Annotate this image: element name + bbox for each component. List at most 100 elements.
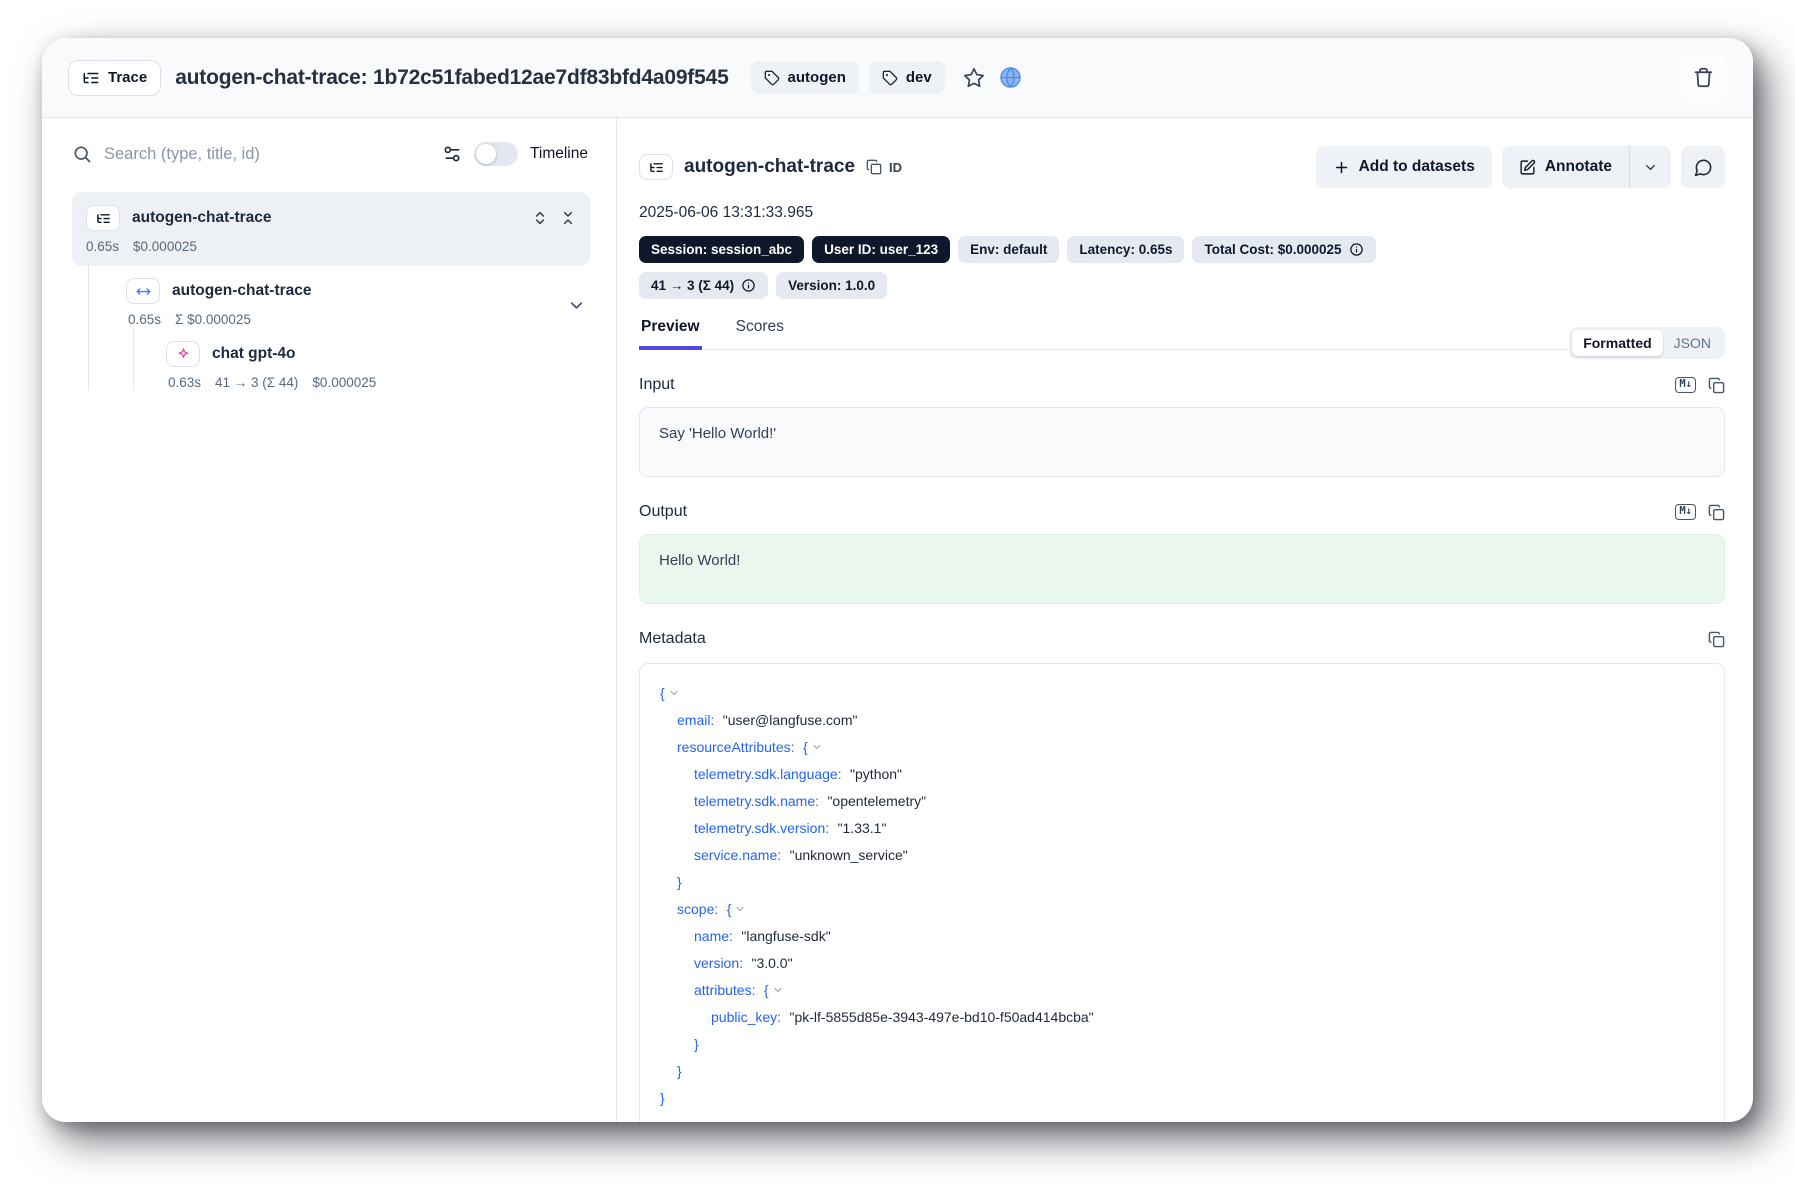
badge-label: Env: default [970,242,1047,257]
annotate-button[interactable]: Annotate [1502,146,1629,188]
markdown-toggle-icon[interactable]: M↓ [1675,504,1696,520]
json-line: } [660,1058,1704,1085]
public-link-button[interactable] [999,66,1022,89]
sliders-icon [442,144,462,164]
info-icon[interactable] [741,278,756,293]
json-key: version: [694,955,743,971]
list-tree-icon [649,160,664,175]
input-section: Input M↓ Say 'Hello World!' [639,376,1725,477]
input-section-label: Input [639,376,675,394]
tree-node-generation[interactable]: chat gpt-4o 0.63s 41 → 3 (Σ 44) $0.00002… [166,341,590,390]
format-toggle-formatted[interactable]: Formatted [1572,330,1662,356]
comments-button[interactable] [1681,146,1725,188]
collapse-chevron-icon[interactable] [668,687,680,699]
session-badge[interactable]: Session: session_abc [639,236,804,263]
window-header: Trace autogen-chat-trace: 1b72c51fabed12… [42,38,1753,118]
json-key: telemetry.sdk.version: [694,820,829,836]
json-key: service.name: [694,847,781,863]
id-label: ID [889,160,902,175]
toggle-knob [476,144,496,164]
total-cost-badge: Total Cost: $0.000025 [1192,236,1375,263]
markdown-toggle-icon[interactable]: M↓ [1675,377,1696,393]
json-brace: } [677,1063,682,1079]
metadata-section-label: Metadata [639,630,706,648]
tab-scores[interactable]: Scores [734,318,786,350]
trace-timestamp: 2025-06-06 13:31:33.965 [639,204,1725,222]
json-line: { [660,680,1704,707]
tree-node-span[interactable]: autogen-chat-trace 0.65s Σ $0.000025 [126,278,590,390]
json-line: telemetry.sdk.language: "python" [660,761,1704,788]
format-toggle: Formatted JSON [1569,327,1725,359]
span-node-badge [126,278,160,304]
tabs-bar: Preview Scores Formatted JSON [639,317,1725,350]
format-toggle-json[interactable]: JSON [1663,330,1722,356]
tag-chip-dev[interactable]: dev [869,61,945,94]
add-to-datasets-label: Add to datasets [1359,158,1475,176]
json-brace: } [660,1090,665,1106]
json-line: telemetry.sdk.version: "1.33.1" [660,815,1704,842]
tag-label: autogen [788,69,846,86]
add-to-datasets-button[interactable]: Add to datasets [1316,146,1492,188]
collapse-chevron-icon[interactable] [734,903,746,915]
version-badge: Version: 1.0.0 [776,272,887,299]
tree-search-row: Timeline [42,118,616,182]
move-horizontal-icon [136,284,151,299]
tree-node-name: chat gpt-4o [212,345,296,363]
badge-row: 41 → 3 (Σ 44) Version: 1.0.0 [639,272,1725,299]
tag-chip-autogen[interactable]: autogen [751,61,859,94]
json-value: "langfuse-sdk" [741,928,830,944]
search-input[interactable] [104,145,430,164]
json-key: attributes: [694,982,755,998]
node-cost: $0.000025 [312,375,376,390]
json-line: telemetry.sdk.name: "opentelemetry" [660,788,1704,815]
star-button[interactable] [963,67,985,89]
expand-all-button[interactable] [532,210,548,226]
tag-list: autogen dev [751,61,945,94]
json-line: email: "user@langfuse.com" [660,707,1704,734]
json-key: telemetry.sdk.name: [694,793,819,809]
badge-label: Version: 1.0.0 [788,278,875,293]
badge-label: User ID: user_123 [824,242,938,257]
collapse-chevron-icon[interactable] [772,984,784,996]
tree-settings-button[interactable] [442,144,462,164]
token-usage-badge: 41 → 3 (Σ 44) [639,272,768,299]
tree-node-root-trace[interactable]: autogen-chat-trace 0.65s $0.000025 [72,192,590,266]
json-key: scope: [677,901,718,917]
json-brace: { [803,739,808,755]
badge-row: Session: session_abc User ID: user_123 Env… [639,236,1725,263]
badge-label: 41 → 3 (Σ 44) [651,278,734,293]
metadata-section: Metadata { email: "user@langfuse.com"reso… [639,630,1725,1122]
collapse-all-button[interactable] [560,210,576,226]
collapse-node-chevron[interactable] [567,296,586,315]
node-latency: 0.65s [128,312,161,327]
json-value: "opentelemetry" [827,793,926,809]
annotate-menu-button[interactable] [1629,146,1671,188]
timeline-toggle[interactable] [474,142,518,166]
tag-icon [764,70,780,86]
copy-id-button[interactable] [866,159,882,175]
copy-icon [866,159,882,175]
json-value: "unknown_service" [790,847,908,863]
star-icon [963,67,985,89]
node-tokens: 41 → 3 (Σ 44) [215,375,298,390]
badge-label: Total Cost: $0.000025 [1204,242,1341,257]
delete-trace-button[interactable] [1679,54,1727,102]
square-pen-icon [1519,159,1536,176]
json-key: telemetry.sdk.language: [694,766,842,782]
tab-preview[interactable]: Preview [639,318,702,350]
json-line: resourceAttributes: { [660,734,1704,761]
trash-icon [1693,67,1714,88]
copy-icon [1708,504,1725,521]
copy-output-button[interactable] [1708,504,1725,521]
collapse-chevron-icon[interactable] [811,741,823,753]
json-brace: { [660,685,665,701]
json-brace: { [727,901,732,917]
user-id-badge[interactable]: User ID: user_123 [812,236,950,263]
info-icon[interactable] [1349,242,1364,257]
copy-metadata-button[interactable] [1708,631,1725,648]
json-key: name: [694,928,733,944]
tree-node-name: autogen-chat-trace [132,209,272,227]
chevrons-down-up-icon [560,210,576,226]
copy-input-button[interactable] [1708,377,1725,394]
env-badge: Env: default [958,236,1059,263]
